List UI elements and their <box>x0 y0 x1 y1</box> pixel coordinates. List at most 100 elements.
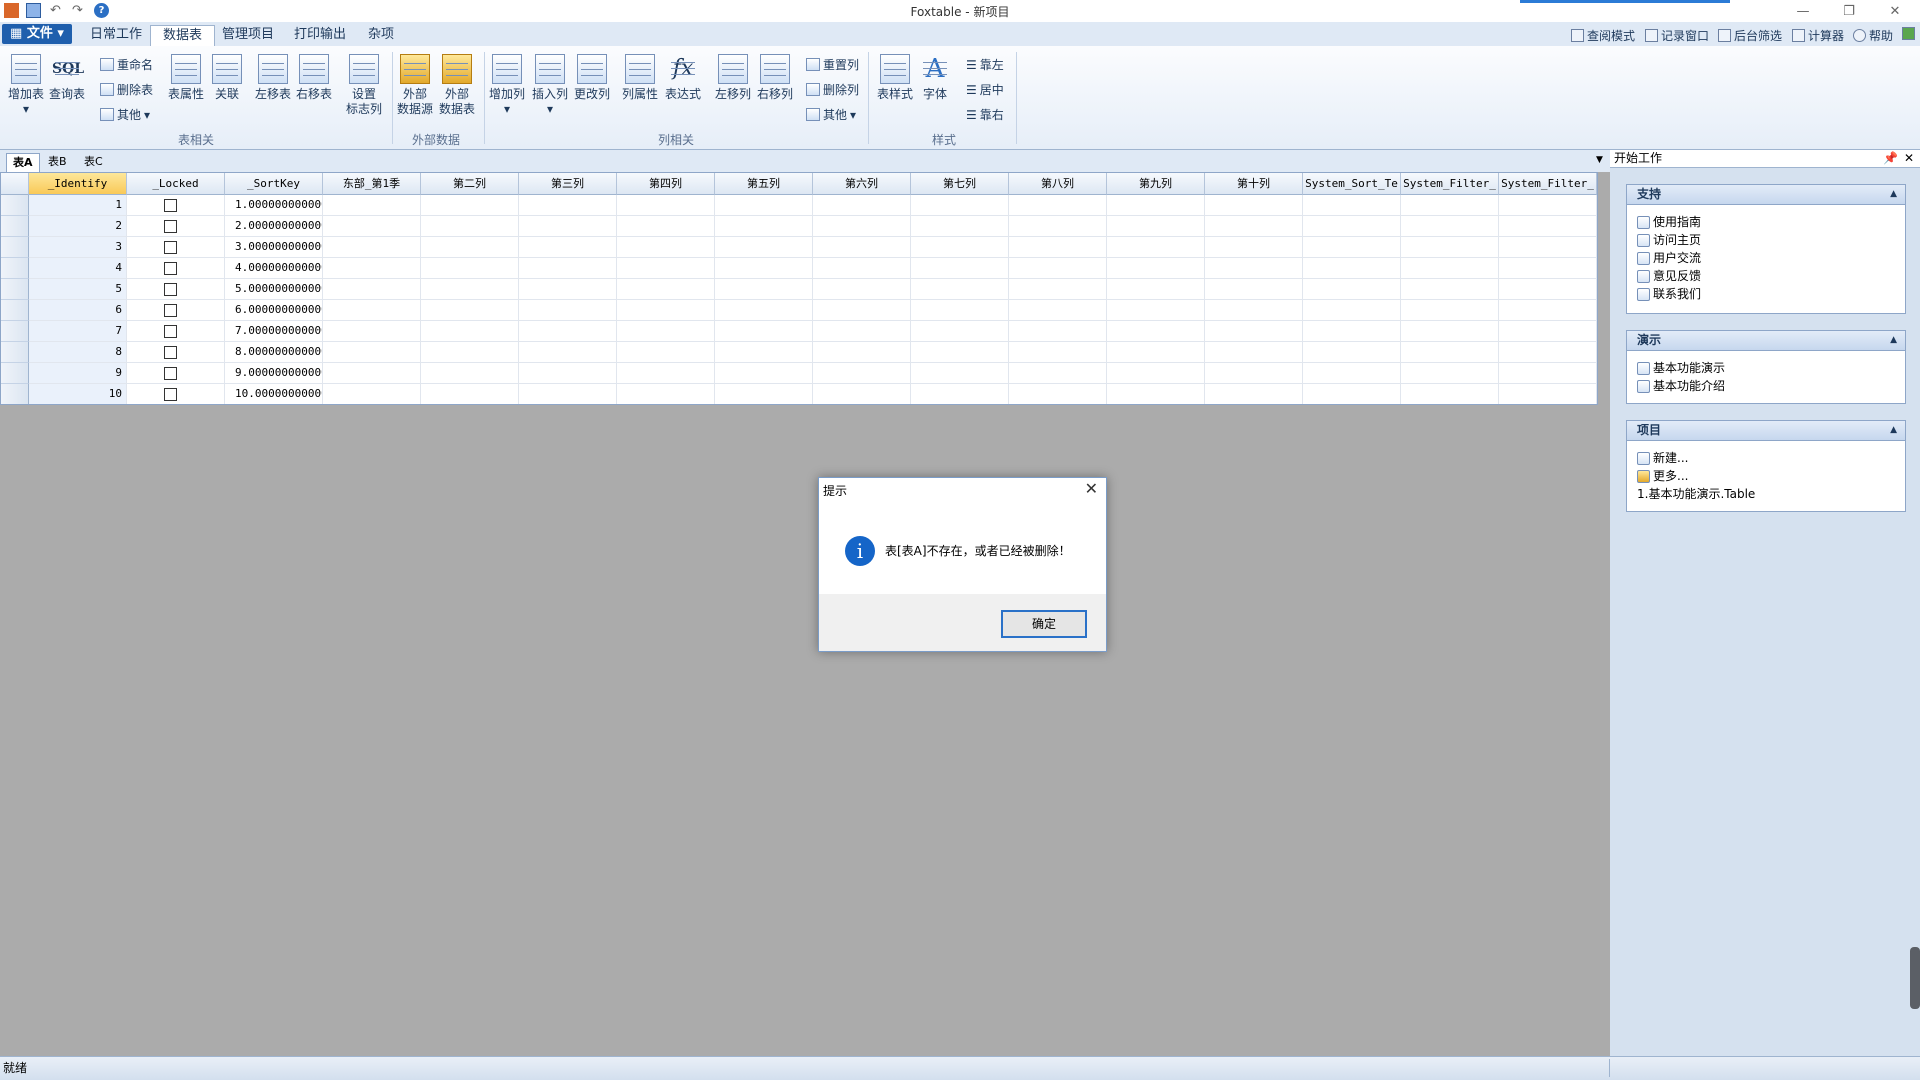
checkbox[interactable] <box>164 262 177 275</box>
cell-empty[interactable] <box>519 216 617 237</box>
column-properties-button[interactable]: 列属性 <box>620 54 660 102</box>
table-row[interactable]: 4 4.000000000000 <box>1 258 1597 279</box>
cell-empty[interactable] <box>715 279 813 300</box>
cell-empty[interactable] <box>1107 321 1205 342</box>
cell-empty[interactable] <box>715 237 813 258</box>
cell-empty[interactable] <box>813 321 911 342</box>
project-item-new[interactable]: 新建... <box>1627 449 1905 467</box>
expression-button[interactable]: fx 表达式 <box>663 54 703 102</box>
scroll-handle[interactable] <box>1910 947 1920 1009</box>
tab-print-output[interactable]: 打印输出 <box>282 25 358 46</box>
background-filter-button[interactable]: 后台筛选 <box>1718 27 1782 44</box>
table-row[interactable]: 9 9.000000000000 <box>1 363 1597 384</box>
cell-empty[interactable] <box>1009 342 1107 363</box>
cell-empty[interactable] <box>323 363 421 384</box>
column-header[interactable]: _Identify <box>29 173 127 195</box>
cell-empty[interactable] <box>617 300 715 321</box>
table-row[interactable]: 7 7.000000000000 <box>1 321 1597 342</box>
cell-empty[interactable] <box>1303 195 1401 216</box>
cell-sortkey[interactable]: 3.000000000000 <box>225 237 323 258</box>
project-header[interactable]: 项目 ▲ <box>1627 421 1905 441</box>
other-column-button[interactable]: 其他 ▾ <box>806 106 856 123</box>
relation-button[interactable]: 关联 <box>207 54 247 102</box>
cell-empty[interactable] <box>421 363 519 384</box>
column-header[interactable]: System_Filter_ <box>1499 173 1597 195</box>
cell-empty[interactable] <box>1401 384 1499 404</box>
cell-empty[interactable] <box>1205 384 1303 404</box>
cell-empty[interactable] <box>1499 321 1597 342</box>
cell-empty[interactable] <box>421 384 519 404</box>
collapse-icon[interactable]: ▲ <box>1890 185 1897 204</box>
cell-identify[interactable]: 4 <box>29 258 127 279</box>
cell-empty[interactable] <box>1107 279 1205 300</box>
cell-identify[interactable]: 7 <box>29 321 127 342</box>
cell-empty[interactable] <box>617 237 715 258</box>
cell-empty[interactable] <box>1499 300 1597 321</box>
column-header[interactable]: 第六列 <box>813 173 911 195</box>
move-table-left-button[interactable]: 左移表 <box>253 54 293 102</box>
checkbox[interactable] <box>164 388 177 401</box>
cell-identify[interactable]: 9 <box>29 363 127 384</box>
cell-empty[interactable] <box>1303 216 1401 237</box>
delete-column-button[interactable]: 删除列 <box>806 81 859 98</box>
sheet-tab-c[interactable]: 表C <box>78 153 109 172</box>
column-header[interactable]: System_Filter_ <box>1401 173 1499 195</box>
project-item-recent[interactable]: 1.基本功能演示.Table <box>1627 485 1905 503</box>
cell-empty[interactable] <box>1009 279 1107 300</box>
cell-empty[interactable] <box>323 237 421 258</box>
table-style-button[interactable]: 表样式 <box>875 54 915 102</box>
cell-empty[interactable] <box>617 216 715 237</box>
cell-empty[interactable] <box>323 321 421 342</box>
cell-empty[interactable] <box>813 195 911 216</box>
column-header[interactable]: 东部_第1季 <box>323 173 421 195</box>
cell-sortkey[interactable]: 2.000000000000 <box>225 216 323 237</box>
cell-identify[interactable]: 5 <box>29 279 127 300</box>
cell-empty[interactable] <box>1401 342 1499 363</box>
tab-dropdown-icon[interactable]: ▼ <box>1596 155 1603 165</box>
cell-empty[interactable] <box>617 363 715 384</box>
cell-empty[interactable] <box>421 300 519 321</box>
cell-empty[interactable] <box>421 216 519 237</box>
move-table-right-button[interactable]: 右移表 <box>294 54 334 102</box>
cell-sortkey[interactable]: 6.000000000000 <box>225 300 323 321</box>
checkbox[interactable] <box>164 220 177 233</box>
row-header[interactable] <box>1 195 29 216</box>
cell-empty[interactable] <box>1303 300 1401 321</box>
demo-item-intro[interactable]: 基本功能介绍 <box>1627 377 1905 395</box>
row-header[interactable] <box>1 342 29 363</box>
cell-empty[interactable] <box>1009 237 1107 258</box>
cell-empty[interactable] <box>813 363 911 384</box>
cell-empty[interactable] <box>1401 300 1499 321</box>
close-window-button[interactable]: ✕ <box>1872 0 1918 22</box>
cell-empty[interactable] <box>911 342 1009 363</box>
cell-empty[interactable] <box>813 258 911 279</box>
minimize-button[interactable]: — <box>1780 0 1826 22</box>
cell-empty[interactable] <box>421 321 519 342</box>
cell-empty[interactable] <box>1205 195 1303 216</box>
cell-empty[interactable] <box>519 384 617 404</box>
row-header[interactable] <box>1 363 29 384</box>
cell-empty[interactable] <box>1009 363 1107 384</box>
cell-locked[interactable] <box>127 363 225 384</box>
cell-sortkey[interactable]: 1.000000000000 <box>225 195 323 216</box>
cell-empty[interactable] <box>1303 321 1401 342</box>
row-header[interactable] <box>1 279 29 300</box>
cell-locked[interactable] <box>127 300 225 321</box>
cell-empty[interactable] <box>617 342 715 363</box>
cell-empty[interactable] <box>1205 321 1303 342</box>
column-header[interactable]: 第二列 <box>421 173 519 195</box>
cell-empty[interactable] <box>323 384 421 404</box>
cell-locked[interactable] <box>127 258 225 279</box>
cell-empty[interactable] <box>1499 363 1597 384</box>
cell-empty[interactable] <box>1009 300 1107 321</box>
cell-empty[interactable] <box>1499 342 1597 363</box>
column-header[interactable]: _Locked <box>127 173 225 195</box>
row-header[interactable] <box>1 321 29 342</box>
cell-empty[interactable] <box>911 279 1009 300</box>
cell-identify[interactable]: 10 <box>29 384 127 404</box>
cell-empty[interactable] <box>421 258 519 279</box>
align-center-button[interactable]: ☰ 居中 <box>966 81 1004 98</box>
cell-empty[interactable] <box>1107 195 1205 216</box>
cell-empty[interactable] <box>421 237 519 258</box>
cell-empty[interactable] <box>1401 195 1499 216</box>
